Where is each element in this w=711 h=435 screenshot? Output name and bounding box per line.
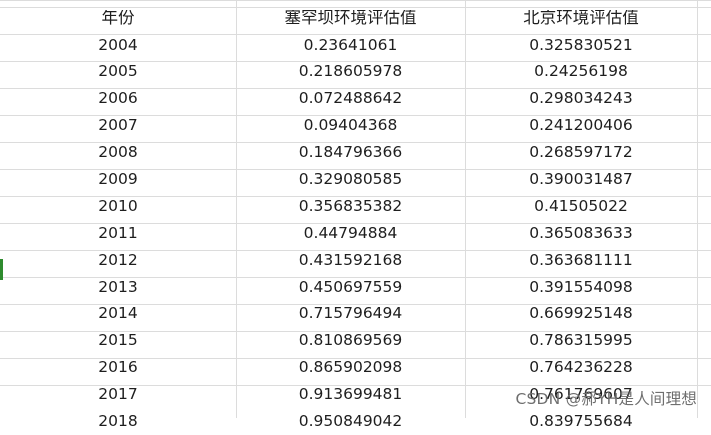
cell-beijing-value[interactable]: 0.669925148 — [465, 306, 697, 322]
cell-beijing-value[interactable]: 0.363681111 — [465, 253, 697, 269]
cell-beijing-value[interactable]: 0.390031487 — [465, 172, 697, 188]
table-row: 2014 0.715796494 0.669925148 — [0, 301, 711, 328]
cell-saihanba-value[interactable]: 0.715796494 — [236, 306, 465, 322]
table-row: 2012 0.431592168 0.363681111 — [0, 247, 711, 274]
csdn-watermark: CSDN @郝YH是人间理想 — [515, 390, 697, 408]
cell-saihanba-value[interactable]: 0.450697559 — [236, 280, 465, 296]
cell-beijing-value[interactable]: 0.365083633 — [465, 226, 697, 242]
cell-saihanba-value[interactable]: 0.184796366 — [236, 145, 465, 161]
table-row: 2016 0.865902098 0.764236228 — [0, 355, 711, 382]
cell-saihanba-value[interactable]: 0.356835382 — [236, 199, 465, 215]
cell-beijing-value[interactable]: 0.839755684 — [465, 414, 697, 430]
cell-saihanba-value[interactable]: 0.913699481 — [236, 387, 465, 403]
cell-year[interactable]: 2011 — [0, 226, 236, 242]
cell-saihanba-value[interactable]: 0.431592168 — [236, 253, 465, 269]
cell-saihanba-value[interactable]: 0.865902098 — [236, 360, 465, 376]
cell-year[interactable]: 2009 — [0, 172, 236, 188]
cell-year[interactable]: 2004 — [0, 38, 236, 54]
header-cell-beijing[interactable]: 北京环境评估值 — [465, 10, 697, 27]
cell-saihanba-value[interactable]: 0.218605978 — [236, 64, 465, 80]
table-row: 2009 0.329080585 0.390031487 — [0, 166, 711, 193]
cell-saihanba-value[interactable]: 0.950849042 — [236, 414, 465, 430]
cell-year[interactable]: 2006 — [0, 91, 236, 107]
cell-saihanba-value[interactable]: 0.09404368 — [236, 118, 465, 134]
cell-saihanba-value[interactable]: 0.072488642 — [236, 91, 465, 107]
cell-beijing-value[interactable]: 0.786315995 — [465, 333, 697, 349]
cell-beijing-value[interactable]: 0.241200406 — [465, 118, 697, 134]
cell-year[interactable]: 2008 — [0, 145, 236, 161]
cell-year[interactable]: 2017 — [0, 387, 236, 403]
table-row: 2018 0.950849042 0.839755684 — [0, 408, 711, 435]
grid-top-border — [0, 0, 711, 1]
cell-year[interactable]: 2016 — [0, 360, 236, 376]
spreadsheet-grid[interactable]: 年份 塞罕坝环境评估值 北京环境评估值 2004 0.23641061 0.3258… — [0, 0, 711, 429]
cell-year[interactable]: 2005 — [0, 64, 236, 80]
cell-year[interactable]: 2010 — [0, 199, 236, 215]
cell-year[interactable]: 2018 — [0, 414, 236, 430]
table-row: 2005 0.218605978 0.24256198 — [0, 59, 711, 86]
cell-saihanba-value[interactable]: 0.810869569 — [236, 333, 465, 349]
header-cell-year[interactable]: 年份 — [0, 10, 236, 27]
table-row: 2015 0.810869569 0.786315995 — [0, 328, 711, 355]
header-row: 年份 塞罕坝环境评估值 北京环境评估值 — [0, 5, 711, 32]
cell-saihanba-value[interactable]: 0.44794884 — [236, 226, 465, 242]
cell-saihanba-value[interactable]: 0.23641061 — [236, 38, 465, 54]
cell-beijing-value[interactable]: 0.268597172 — [465, 145, 697, 161]
table-row: 2006 0.072488642 0.298034243 — [0, 86, 711, 113]
cell-year[interactable]: 2007 — [0, 118, 236, 134]
table-row: 2010 0.356835382 0.41505022 — [0, 193, 711, 220]
table-row: 2008 0.184796366 0.268597172 — [0, 139, 711, 166]
table-row: 2007 0.09404368 0.241200406 — [0, 113, 711, 140]
data-table: 年份 塞罕坝环境评估值 北京环境评估值 2004 0.23641061 0.3258… — [0, 5, 711, 435]
cell-year[interactable]: 2015 — [0, 333, 236, 349]
cell-year[interactable]: 2014 — [0, 306, 236, 322]
table-row: 2013 0.450697559 0.391554098 — [0, 274, 711, 301]
table-body: 2004 0.23641061 0.325830521 2005 0.218605978… — [0, 32, 711, 435]
header-cell-saihanba[interactable]: 塞罕坝环境评估值 — [236, 10, 465, 27]
table-row: 2011 0.44794884 0.365083633 — [0, 220, 711, 247]
cell-beijing-value[interactable]: 0.391554098 — [465, 280, 697, 296]
cell-beijing-value[interactable]: 0.41505022 — [465, 199, 697, 215]
cell-year[interactable]: 2013 — [0, 280, 236, 296]
cell-year[interactable]: 2012 — [0, 253, 236, 269]
table-row: 2004 0.23641061 0.325830521 — [0, 32, 711, 59]
cell-beijing-value[interactable]: 0.325830521 — [465, 38, 697, 54]
cell-beijing-value[interactable]: 0.298034243 — [465, 91, 697, 107]
cell-beijing-value[interactable]: 0.764236228 — [465, 360, 697, 376]
cell-saihanba-value[interactable]: 0.329080585 — [236, 172, 465, 188]
cell-beijing-value[interactable]: 0.24256198 — [465, 64, 697, 80]
